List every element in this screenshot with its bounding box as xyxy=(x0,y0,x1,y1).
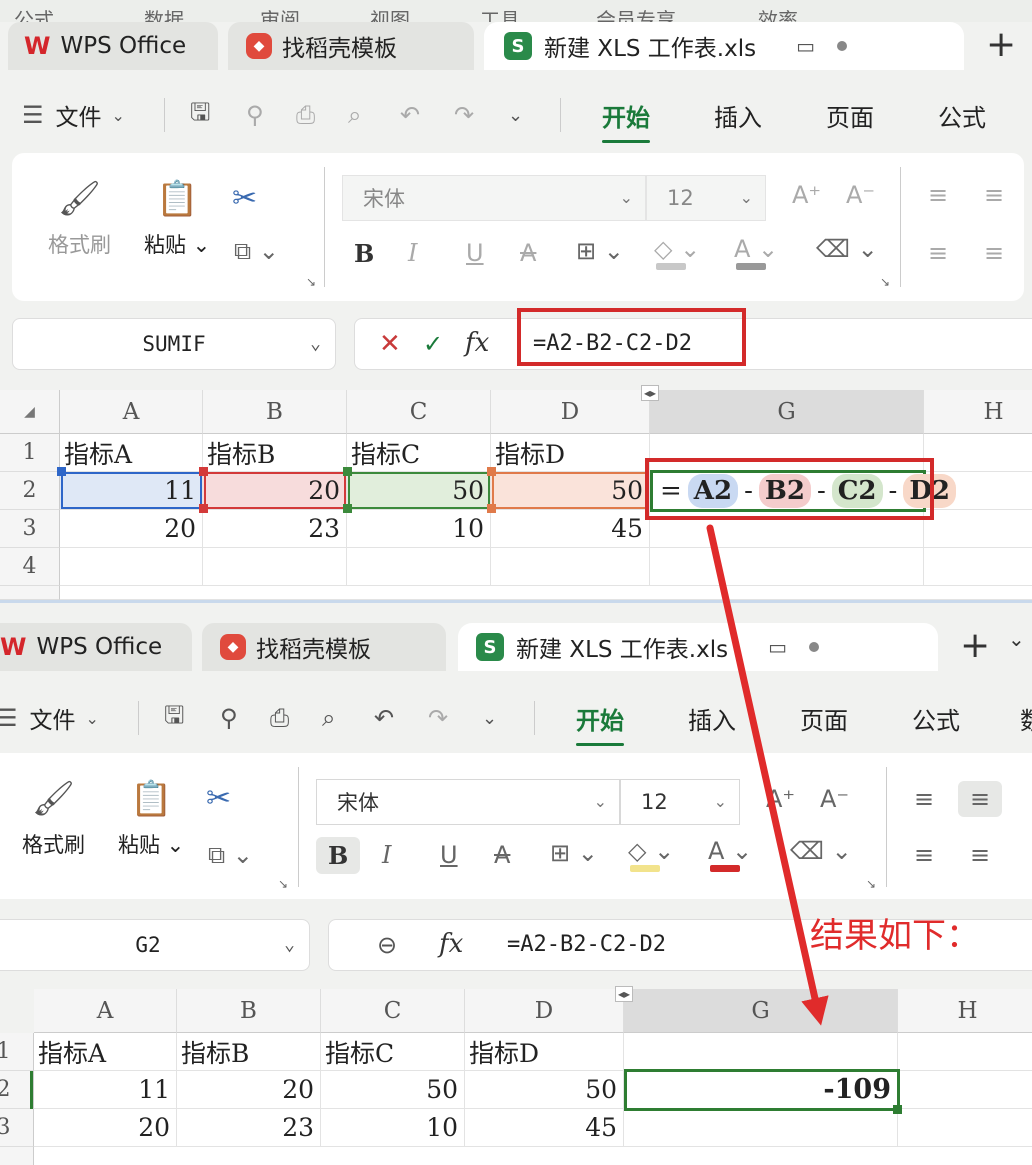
result-annotation: 结果如下： xyxy=(810,916,980,956)
arrow-line xyxy=(706,524,829,1026)
red-arrow-overlay xyxy=(706,524,829,1026)
